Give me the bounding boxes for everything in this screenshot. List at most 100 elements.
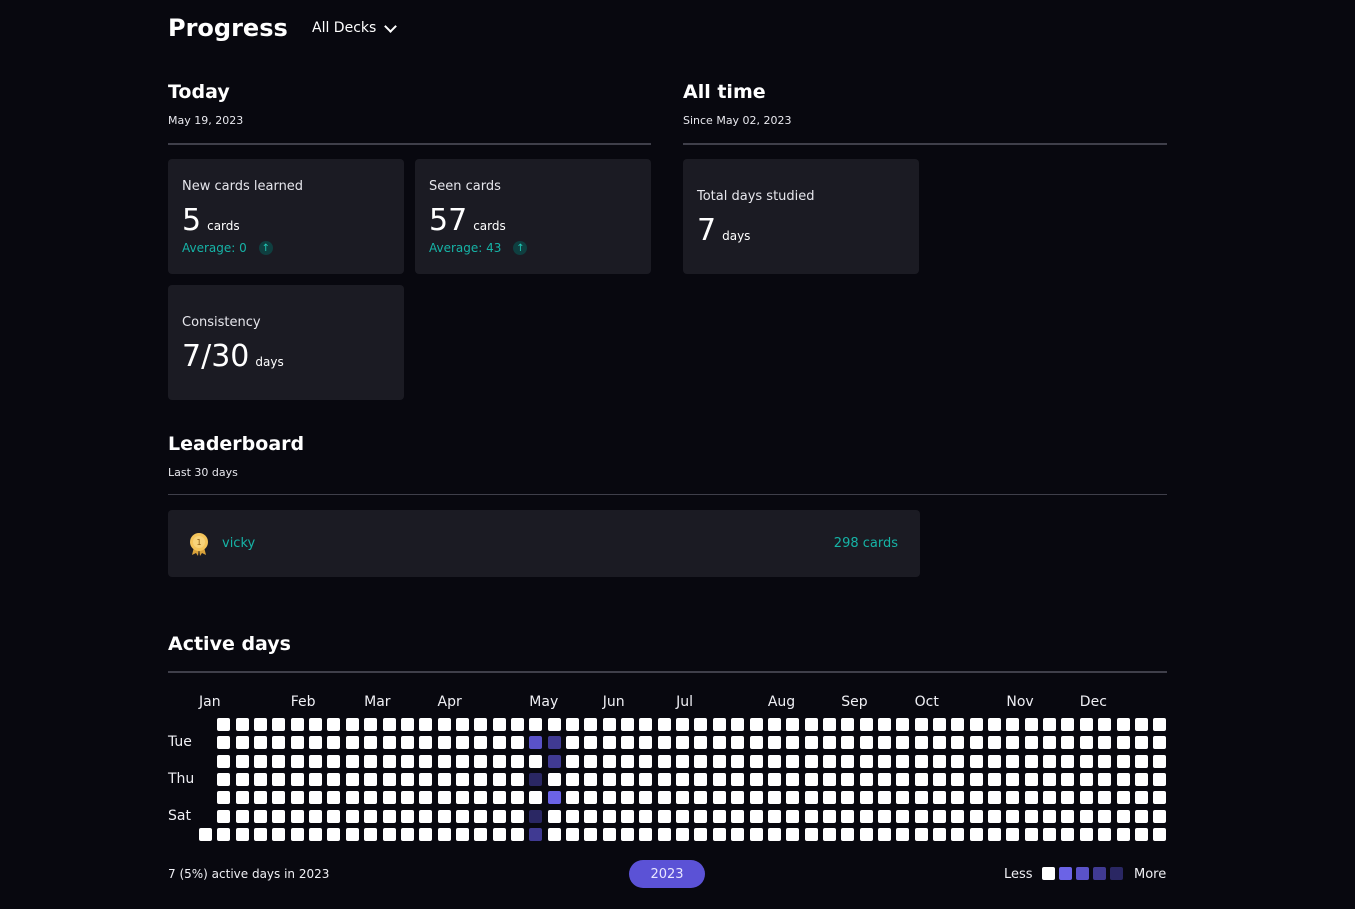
heatmap-cell [602, 736, 616, 750]
year-button[interactable]: 2023 [629, 860, 705, 888]
legend-less: Less [1004, 867, 1033, 882]
heatmap-cell [235, 718, 249, 731]
heatmap-cell [254, 754, 268, 768]
heatmap-cell [1134, 809, 1148, 823]
heatmap-cell [988, 736, 1002, 750]
heatmap-cell [1079, 828, 1093, 842]
heatmap-cell [547, 828, 561, 842]
heatmap-cell [566, 828, 579, 842]
heatmap-cell [474, 773, 488, 787]
heatmap-cell [676, 754, 690, 768]
heatmap-cell [712, 736, 726, 750]
seen-cards-value: 57 cards [429, 203, 506, 238]
heatmap-cell [988, 754, 1002, 768]
month-label: Sep [841, 694, 868, 710]
heatmap-cell [566, 809, 579, 823]
heatmap-cell [914, 828, 928, 842]
heatmap-cell [859, 736, 873, 750]
heatmap-cell [731, 828, 745, 842]
heatmap-cell [345, 754, 359, 768]
heatmap-cell [694, 809, 708, 823]
heatmap-cell [933, 736, 946, 750]
leaderboard-row[interactable]: 1 vicky 298 cards [168, 510, 920, 577]
heatmap-cell [822, 718, 836, 731]
heatmap-cell [217, 718, 231, 731]
heatmap-cell [804, 736, 818, 750]
heatmap-cell [712, 718, 726, 731]
heatmap-cell [969, 809, 983, 823]
heatmap-cell [969, 754, 983, 768]
heatmap-cell [731, 791, 745, 805]
heatmap-cell [529, 773, 543, 787]
legend-swatch [1110, 867, 1123, 880]
heatmap-cell [290, 754, 304, 768]
heatmap-cell [400, 791, 414, 805]
heatmap-cell [327, 809, 341, 823]
leaderboard-user[interactable]: vicky [222, 536, 255, 551]
heatmap-cell [1134, 828, 1148, 842]
heatmap-cell [1098, 754, 1112, 768]
heatmap-cell [804, 809, 818, 823]
deck-selector[interactable]: All Decks [312, 19, 398, 36]
heatmap-cell [309, 718, 323, 731]
heatmap-cell [988, 828, 1002, 842]
heatmap-cell [749, 718, 763, 731]
heatmap-cell [639, 809, 653, 823]
weekday-label: Sat [168, 807, 191, 824]
active-days-title: Active days [168, 633, 291, 655]
heatmap-cell [327, 773, 341, 787]
heatmap-cell [621, 754, 635, 768]
heatmap-cell [566, 791, 579, 805]
arrow-up-icon: ↑ [258, 241, 273, 255]
heatmap-cell [657, 718, 671, 731]
heatmap-cell [877, 736, 891, 750]
heatmap-cell [382, 754, 396, 768]
heatmap-cell [1134, 754, 1148, 768]
heatmap-cell [822, 736, 836, 750]
heatmap-cell [786, 736, 800, 750]
heatmap-cell [455, 773, 469, 787]
total-days-card: Total days studied 7 days [683, 159, 919, 274]
heatmap-cell [510, 736, 524, 750]
heatmap-cell [437, 791, 451, 805]
new-cards-label: New cards learned [182, 179, 304, 194]
heatmap-cell [584, 791, 598, 805]
heatmap-cell [859, 754, 873, 768]
heatmap-cell [400, 754, 414, 768]
heatmap-cell [290, 791, 304, 805]
heatmap-cell [272, 791, 286, 805]
heatmap-cell [639, 773, 653, 787]
heatmap-cell [272, 754, 286, 768]
heatmap-cell [1024, 828, 1038, 842]
heatmap-cell [694, 754, 708, 768]
leaderboard-title: Leaderboard [168, 433, 305, 455]
heatmap-cell [602, 809, 616, 823]
heatmap-cell [731, 754, 745, 768]
heatmap-cell [364, 773, 378, 787]
heatmap-cell [859, 718, 873, 731]
heatmap-cell [676, 736, 690, 750]
heatmap-cell [676, 773, 690, 787]
heatmap-cell [547, 773, 561, 787]
heatmap-cell [492, 736, 506, 750]
heatmap-cell [859, 773, 873, 787]
heatmap-cell [547, 754, 561, 768]
heatmap-cell [988, 773, 1002, 787]
heatmap-cell [529, 736, 543, 750]
heatmap-cell [1024, 754, 1038, 768]
heatmap-cell [382, 773, 396, 787]
heatmap-cell [1043, 828, 1057, 842]
heatmap-cell [602, 791, 616, 805]
heatmap-cell [235, 791, 249, 805]
heatmap-cell [1098, 809, 1112, 823]
heatmap-cell [877, 754, 891, 768]
heatmap-cell [822, 828, 836, 842]
heatmap-cell [327, 718, 341, 731]
heatmap-cell [731, 809, 745, 823]
heatmap-cell [621, 773, 635, 787]
legend-swatch [1093, 867, 1106, 880]
heatmap-cell [804, 718, 818, 731]
medal-icon: 1 [190, 533, 208, 556]
new-cards-value: 5 cards [182, 203, 240, 238]
heatmap-cell [694, 828, 708, 842]
